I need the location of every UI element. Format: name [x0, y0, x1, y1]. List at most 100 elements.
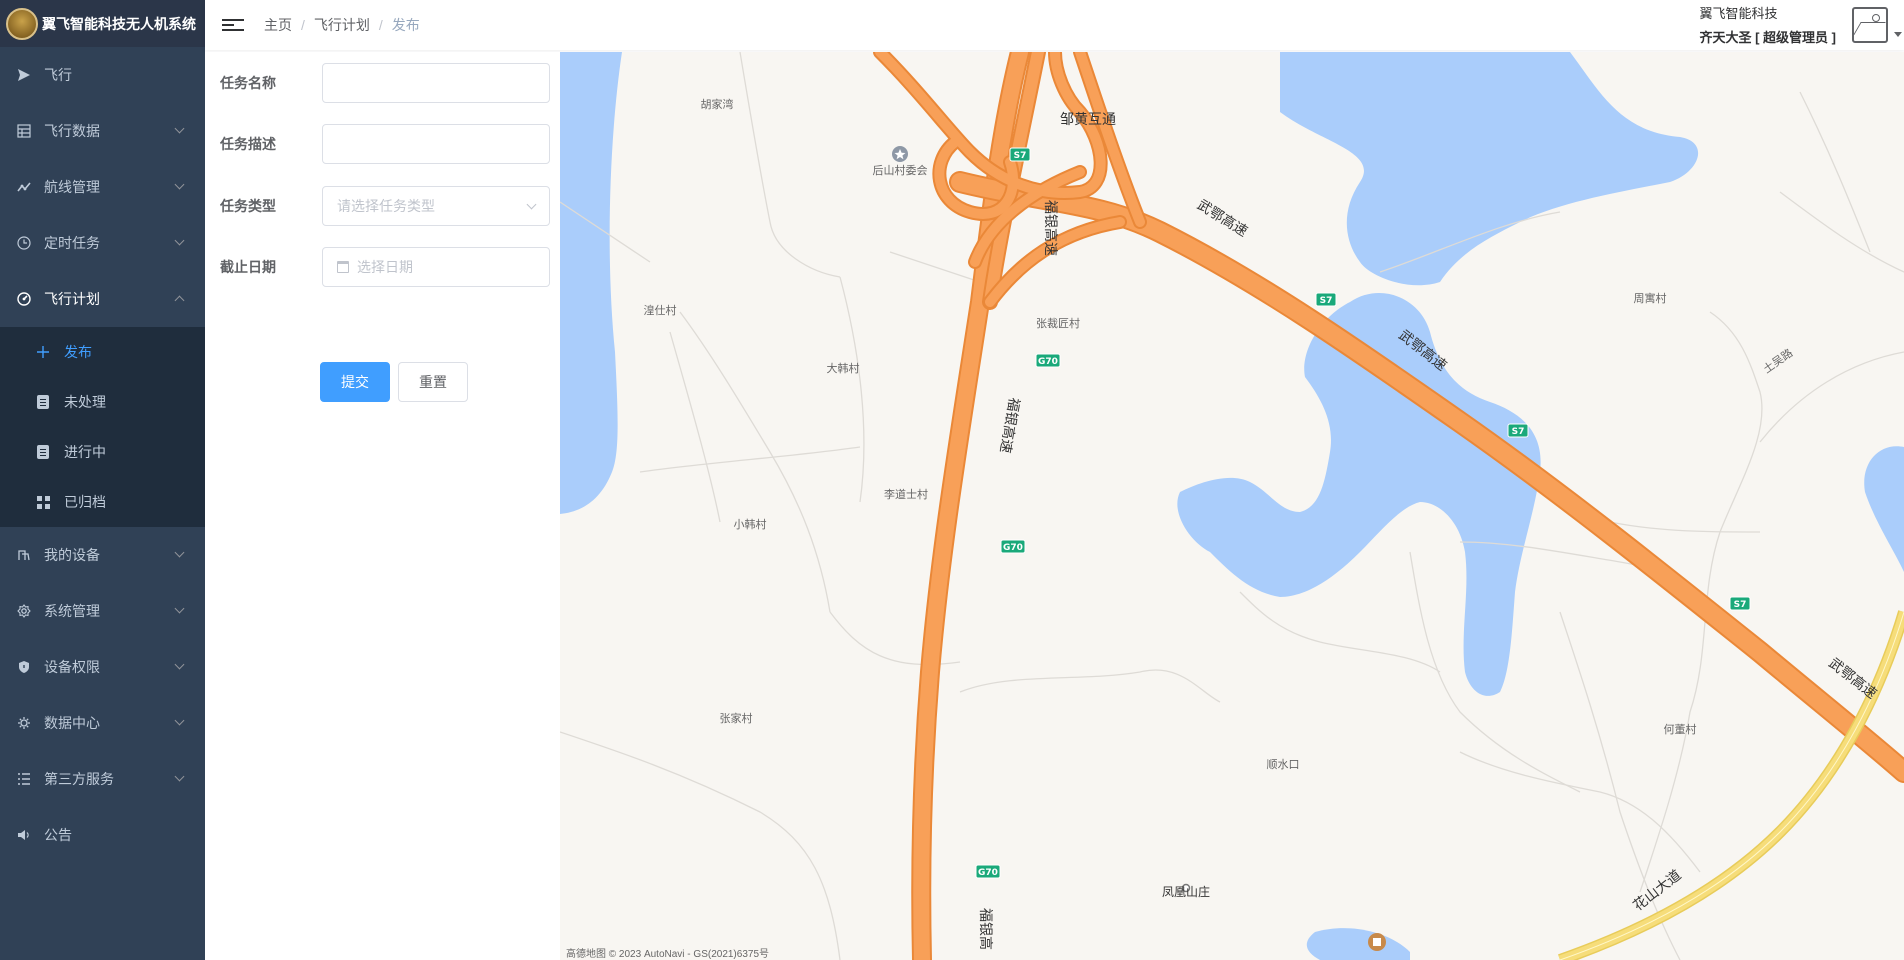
sidebar-item-label: 我的设备 — [44, 547, 100, 563]
map-canvas[interactable]: S7 S7 S7 S7 G70 G70 G70 胡家湾 邹黄互通 后山村委会 武… — [560, 52, 1904, 960]
deadline-date-picker[interactable]: 选择日期 — [322, 247, 550, 287]
label-zhangjiacun: 张家村 — [720, 711, 753, 725]
sidebar-item-flight-plan[interactable]: 飞行计划 — [0, 271, 205, 327]
gauge-icon — [16, 291, 32, 307]
sidebar-subitem-unprocessed[interactable]: 未处理 — [0, 377, 205, 427]
label-zhangcaijiang: 张裁匠村 — [1036, 316, 1080, 330]
submit-button[interactable]: 提交 — [320, 362, 390, 402]
sidebar-subitem-archived[interactable]: 已归档 — [0, 477, 205, 527]
sidebar-item-label: 飞行计划 — [44, 291, 100, 307]
sidebar-subitem-publish[interactable]: 发布 — [0, 327, 205, 377]
breadcrumb-home[interactable]: 主页 — [264, 15, 292, 35]
sidebar-item-label: 设备权限 — [44, 659, 100, 675]
form-row-desc: 任务描述 — [220, 124, 560, 164]
user-company: 翼飞智能科技 — [1699, 6, 1778, 21]
shield-s7-4: S7 — [1729, 596, 1751, 611]
sidebar-item-route-management[interactable]: 航线管理 — [0, 159, 205, 215]
sidebar-item-label: 飞行数据 — [44, 123, 100, 139]
hamburger-icon[interactable] — [222, 19, 244, 31]
shield-s7-1: S7 — [1009, 147, 1031, 162]
avatar[interactable] — [1852, 7, 1888, 43]
chevron-down-icon — [174, 715, 185, 726]
label-fenghuang: 凤凰山庄 — [1162, 884, 1210, 899]
plus-icon — [36, 345, 50, 359]
sidebar-item-third-party[interactable]: 第三方服务 — [0, 751, 205, 807]
task-desc-input[interactable] — [337, 136, 535, 152]
sidebar-item-label: 系统管理 — [44, 603, 100, 619]
shield-s7-3: S7 — [1507, 423, 1529, 438]
label-lidaoshi: 李道士村 — [884, 487, 928, 501]
sidebar-item-label: 第三方服务 — [44, 771, 114, 787]
sidebar-item-my-devices[interactable]: 我的设备 — [0, 527, 205, 583]
svg-text:G70: G70 — [978, 868, 998, 878]
sidebar-item-label: 公告 — [44, 827, 72, 843]
task-desc-label: 任务描述 — [220, 136, 276, 152]
label-wuhe-1: 武鄂高速 — [1194, 196, 1250, 240]
task-form: 任务名称 任务描述 任务类型 请选择任务类型 截止日期 选择日期 提交 重置 — [205, 52, 560, 960]
sidebar-item-scheduled-tasks[interactable]: 定时任务 — [0, 215, 205, 271]
sidebar-item-device-permissions[interactable]: 设备权限 — [0, 639, 205, 695]
svg-text:S7: S7 — [1014, 151, 1027, 161]
app-title: 翼飞智能科技无人机系统 — [42, 15, 196, 32]
logo-icon — [6, 7, 38, 40]
task-type-select[interactable]: 请选择任务类型 — [322, 186, 550, 226]
lake-south — [1306, 928, 1410, 960]
label-houshan: 后山村委会 — [873, 163, 928, 177]
sidebar-subitem-in-progress[interactable]: 进行中 — [0, 427, 205, 477]
label-fuyin-3: 福银高 — [977, 908, 994, 950]
sidebar-subitem-label: 已归档 — [64, 494, 106, 510]
sidebar-item-label: 飞行 — [44, 67, 72, 83]
chevron-down-icon — [174, 179, 185, 190]
reset-button[interactable]: 重置 — [398, 362, 468, 402]
breadcrumb-parent[interactable]: 飞行计划 — [314, 15, 370, 35]
sidebar-item-label: 数据中心 — [44, 715, 100, 731]
svg-text:S7: S7 — [1512, 427, 1525, 437]
breadcrumb: 主页 / 飞行计划 / 发布 — [264, 15, 420, 35]
huashan-avenue — [1558, 610, 1904, 960]
sidebar-item-flight-data[interactable]: 飞行数据 — [0, 103, 205, 159]
calendar-icon — [337, 261, 349, 273]
sidebar: 翼飞智能科技无人机系统 飞行 飞行数据 航线管理 定时任务 飞行计划 发布 未处… — [0, 0, 205, 960]
label-dahancun: 大韩村 — [827, 361, 860, 375]
send-icon — [16, 67, 32, 83]
sidebar-item-announcements[interactable]: 公告 — [0, 807, 205, 863]
sidebar-item-flight[interactable]: 飞行 — [0, 47, 205, 103]
user-info[interactable]: 翼飞智能科技 齐天大圣 [ 超级管理员 ] — [1700, 2, 1837, 50]
device-icon — [16, 547, 32, 563]
task-name-input[interactable] — [337, 75, 535, 91]
caret-down-icon[interactable] — [1894, 32, 1902, 37]
label-tuwulu: 土吴路 — [1761, 346, 1795, 376]
clock-icon — [16, 235, 32, 251]
logo[interactable]: 翼飞智能科技无人机系统 — [0, 0, 205, 47]
label-xiaohancun: 小韩村 — [734, 517, 767, 531]
svg-text:S7: S7 — [1320, 296, 1333, 306]
label-wuhe-3: 武鄂高速 — [1825, 655, 1880, 703]
clipboard-icon — [36, 445, 50, 459]
label-hujiawan: 胡家湾 — [701, 97, 734, 111]
poi-south-icon — [1368, 933, 1386, 951]
breadcrumb-current: 发布 — [391, 17, 420, 33]
lake-east — [1864, 446, 1904, 572]
label-shunshuikou: 顺水口 — [1267, 758, 1300, 771]
label-zouhuang: 邹黄互通 — [1060, 111, 1116, 128]
chevron-down-icon — [174, 547, 185, 558]
sidebar-subitem-label: 未处理 — [64, 394, 106, 410]
task-name-label: 任务名称 — [220, 75, 276, 91]
sidebar-subitem-label: 发布 — [64, 344, 92, 360]
shield-g70-1: G70 — [1035, 353, 1061, 368]
chevron-down-icon — [174, 235, 185, 246]
map-view[interactable]: S7 S7 S7 S7 G70 G70 G70 胡家湾 邹黄互通 后山村委会 武… — [560, 52, 1904, 960]
chevron-down-icon — [174, 659, 185, 670]
sidebar-item-system-management[interactable]: 系统管理 — [0, 583, 205, 639]
label-hejiacun: 何董村 — [1664, 722, 1697, 736]
label-fuyin-2: 福银高速 — [996, 396, 1022, 454]
form-row-name: 任务名称 — [220, 63, 560, 103]
speaker-icon — [16, 827, 32, 843]
sidebar-item-data-center[interactable]: 数据中心 — [0, 695, 205, 751]
lake-west — [560, 52, 622, 514]
breadcrumb-separator: / — [378, 17, 383, 33]
task-type-placeholder: 请选择任务类型 — [337, 198, 435, 214]
svg-text:G70: G70 — [1038, 357, 1058, 367]
label-fuyin-1: 福银高速 — [1042, 200, 1059, 256]
sidebar-item-label: 定时任务 — [44, 235, 100, 251]
